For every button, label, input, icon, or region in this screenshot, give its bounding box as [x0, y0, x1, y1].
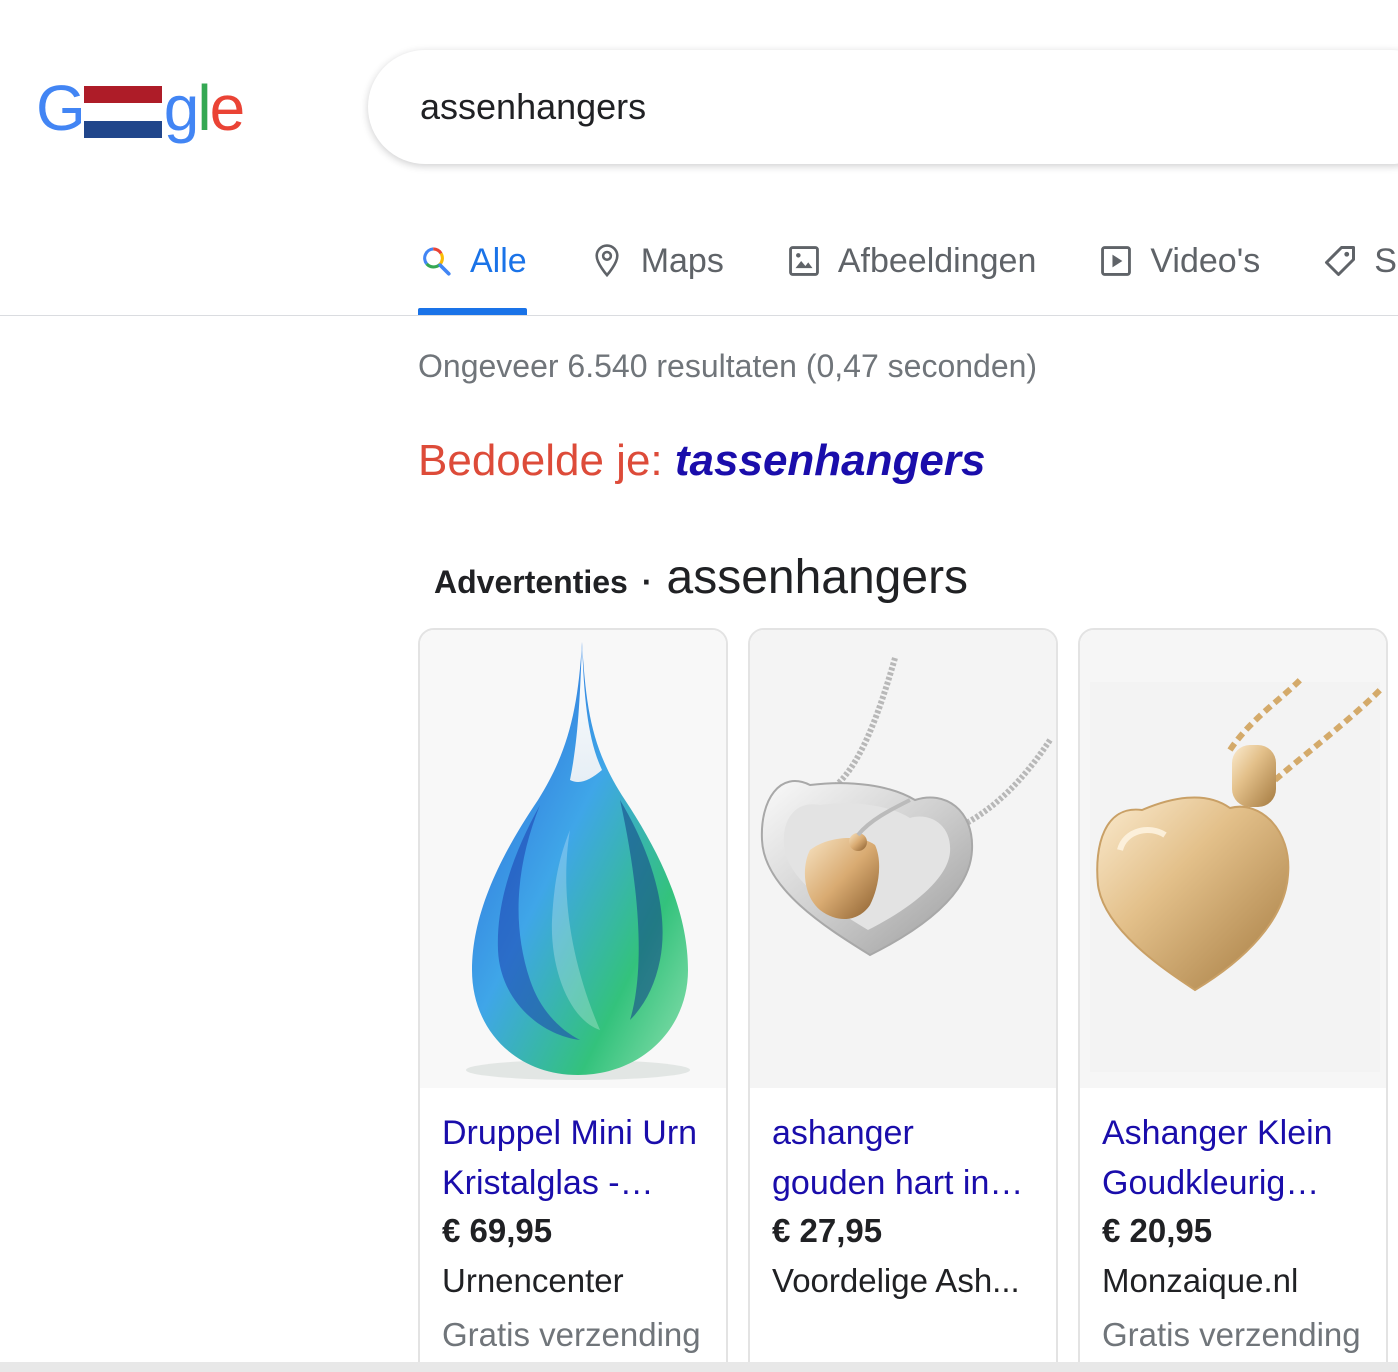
product-price: € 69,95 — [442, 1212, 553, 1249]
product-shipping: Gratis verzending — [1102, 1316, 1361, 1353]
tab-label: Video's — [1150, 241, 1261, 280]
tab-shopping[interactable]: S — [1322, 230, 1397, 292]
tab-alle[interactable]: Alle — [418, 230, 527, 315]
ads-separator: · — [641, 564, 653, 600]
product-image-heart-pendant-silver-gold[interactable] — [750, 630, 1056, 1088]
result-stats: Ongeveer 6.540 resultaten (0,47 seconden… — [418, 348, 1038, 384]
product-image-gold-heart-pendant[interactable] — [1080, 630, 1386, 1088]
ads-query: assenhangers — [666, 551, 969, 604]
tab-afbeeldingen[interactable]: Afbeeldingen — [786, 230, 1037, 292]
product-shop: Monzaique.nl — [1102, 1262, 1299, 1299]
tab-label: Maps — [640, 241, 724, 280]
product-card[interactable]: Druppel Mini Urn Kristalglas -… € 69,95 … — [418, 628, 728, 1372]
product-title-link[interactable]: ashanger gouden hart in… — [772, 1108, 1042, 1208]
product-card[interactable]: ashanger gouden hart in… € 27,95 Voordel… — [748, 628, 1058, 1372]
search-tabs: Alle Maps Afbeeldingen Video's S — [418, 230, 1398, 316]
search-input[interactable] — [420, 86, 1320, 128]
product-price: € 20,95 — [1102, 1212, 1213, 1249]
tab-maps[interactable]: Maps — [589, 230, 724, 292]
tag-icon — [1322, 243, 1358, 279]
google-search-icon — [418, 243, 454, 279]
image-icon — [786, 243, 822, 279]
google-doodle-logo[interactable]: G gle — [36, 72, 245, 144]
did-you-mean: Bedoelde je: tassenhangers — [418, 436, 985, 486]
logo-letter-g: G — [36, 72, 86, 144]
product-image-glass-drop-urn[interactable] — [420, 630, 726, 1088]
product-price: € 27,95 — [772, 1212, 883, 1249]
tab-label: S — [1374, 241, 1397, 280]
logo-letters: gle — [163, 72, 245, 144]
product-shipping: Gratis verzending — [442, 1316, 701, 1353]
search-results-page: G gle Alle — [0, 0, 1398, 1372]
ads-label: Advertenties — [434, 564, 628, 600]
tab-label: Afbeeldingen — [837, 241, 1037, 280]
did-you-mean-prefix: Bedoelde je: — [418, 436, 663, 485]
dutch-flag-icon — [83, 86, 162, 138]
product-shop: Urnencenter — [442, 1262, 624, 1299]
product-title-link[interactable]: Ashanger Klein Goudkleurig… — [1102, 1108, 1372, 1208]
product-card[interactable]: Ashanger Klein Goudkleurig… € 20,95 Monz… — [1078, 628, 1388, 1372]
search-box — [368, 50, 1398, 164]
ads-header: Advertenties · assenhangers — [434, 550, 968, 605]
bottom-edge — [0, 1362, 1398, 1372]
product-title-link[interactable]: Druppel Mini Urn Kristalglas -… — [442, 1108, 712, 1208]
tab-videos[interactable]: Video's — [1098, 230, 1260, 292]
video-play-icon — [1098, 243, 1134, 279]
map-pin-icon — [589, 243, 625, 279]
product-shop: Voordelige Ash... — [772, 1262, 1020, 1299]
tab-label: Alle — [470, 241, 527, 280]
tabs-divider — [0, 315, 1398, 316]
did-you-mean-suggestion-link[interactable]: tassenhangers — [675, 436, 986, 485]
